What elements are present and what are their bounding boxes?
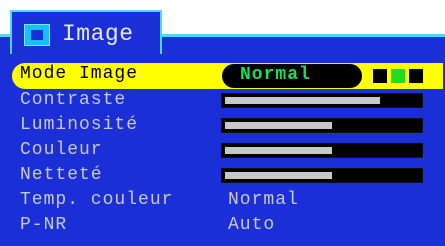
menu-row-luminosite[interactable]: Luminosité [0,114,445,139]
menu-row-couleur[interactable]: Couleur [0,139,445,164]
luminosite-slider[interactable] [221,118,423,133]
tab-title: Image [62,21,134,47]
menu-row-temp-couleur[interactable]: Temp. couleur Normal [0,189,445,214]
mode-indicators [367,63,443,89]
menu-row-mode-image[interactable]: Mode Image Normal [0,63,445,89]
mode-image-label: Mode Image [20,64,139,84]
nettete-label: Netteté [20,165,103,185]
nettete-slider[interactable] [221,168,423,183]
menu-row-nettete[interactable]: Netteté [0,164,445,189]
mode-image-value: Normal [240,65,311,85]
nettete-slider-fill [225,172,332,179]
couleur-slider-fill [225,147,332,154]
selection-highlight: Mode Image Normal [12,63,443,89]
couleur-slider[interactable] [221,143,423,158]
p-nr-value: Auto [228,215,276,235]
p-nr-label: P-NR [20,215,68,235]
indicator-3 [409,69,423,83]
temp-couleur-value: Normal [228,190,299,210]
indicator-2 [391,69,405,83]
indicator-1 [373,69,387,83]
monitor-icon [24,24,50,46]
contraste-label: Contraste [20,90,127,110]
tab-image[interactable]: Image [10,10,162,54]
menu-row-p-nr[interactable]: P-NR Auto [0,214,445,239]
temp-couleur-label: Temp. couleur [20,190,174,210]
contraste-slider[interactable] [221,93,423,108]
menu-row-contraste[interactable]: Contraste [0,89,445,114]
luminosite-slider-fill [225,122,332,129]
contraste-slider-fill [225,97,381,104]
mode-image-value-box[interactable]: Normal [222,64,362,88]
couleur-label: Couleur [20,140,103,160]
luminosite-label: Luminosité [20,115,139,135]
